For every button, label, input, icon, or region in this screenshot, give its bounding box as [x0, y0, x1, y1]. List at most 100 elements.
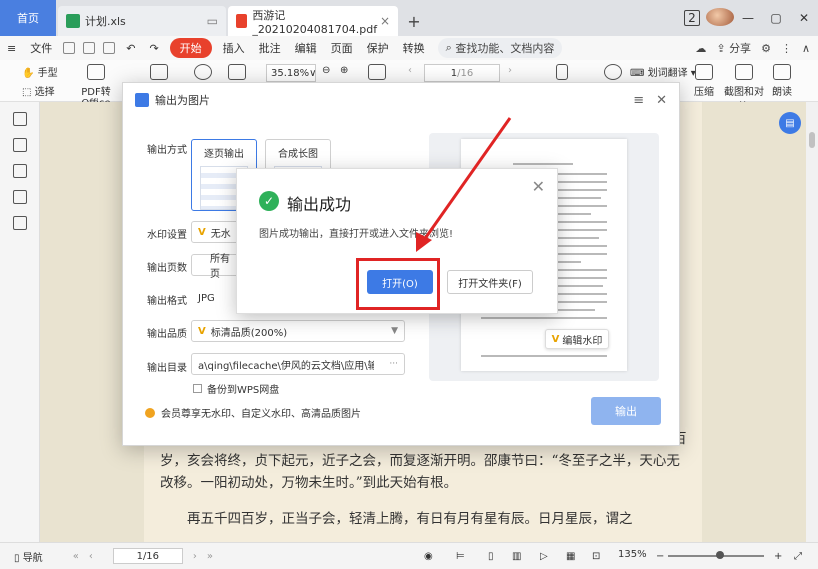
redo-icon[interactable]: ↷: [142, 42, 165, 55]
compress-button[interactable]: 压缩: [694, 64, 714, 98]
next-page-icon[interactable]: ›: [508, 65, 512, 76]
settings-icon[interactable]: ⚙: [761, 42, 771, 55]
avatar[interactable]: [706, 7, 734, 29]
edit-watermark-button[interactable]: V 编辑水印: [545, 329, 609, 349]
play-status-icon[interactable]: ▷: [540, 551, 548, 562]
format-select[interactable]: JPG: [191, 287, 241, 309]
single-page-icon[interactable]: [556, 64, 568, 83]
backup-checkbox[interactable]: 备份到WPS网盘: [193, 381, 279, 396]
cloud-icon[interactable]: ☁: [695, 42, 706, 55]
fit-page-icon[interactable]: ⊡: [592, 551, 600, 562]
prev-page-icon[interactable]: ‹: [408, 65, 412, 76]
tab-xls[interactable]: 计划.xls ▭: [58, 6, 226, 36]
zoom-plus-icon[interactable]: +: [774, 551, 782, 562]
minimize-icon[interactable]: —: [734, 11, 762, 25]
hand-tool[interactable]: ✋ 手型: [22, 64, 58, 79]
menu-convert[interactable]: 转换: [396, 40, 432, 56]
pdf-icon: [236, 14, 248, 28]
open-folder-button[interactable]: 打开文件夹(F): [447, 270, 533, 294]
popup-title: 输出成功: [287, 195, 352, 214]
thumbnail-icon[interactable]: [12, 138, 27, 152]
left-sidebar: [0, 102, 40, 542]
signature-icon[interactable]: [12, 216, 27, 230]
search-box[interactable]: ⌕ 查找功能、文档内容: [437, 38, 563, 58]
image-icon: [135, 93, 149, 107]
menu-icon[interactable]: ≡: [0, 42, 23, 55]
last-page-icon[interactable]: »: [207, 551, 213, 562]
menu-protect[interactable]: 保护: [360, 40, 396, 56]
zoom-in-icon[interactable]: ⊕: [340, 65, 348, 76]
status-zoom[interactable]: 135%: [618, 549, 647, 560]
popup-close-icon[interactable]: ✕: [532, 177, 545, 196]
print-icon[interactable]: [103, 42, 116, 54]
zoom-slider[interactable]: [668, 551, 764, 559]
menu-file[interactable]: 文件: [23, 40, 59, 56]
maximize-icon[interactable]: ▢: [762, 11, 790, 25]
bookmark-icon[interactable]: [12, 112, 27, 126]
fullscreen-icon[interactable]: ⤢: [794, 551, 802, 562]
new-tab-button[interactable]: +: [400, 6, 428, 36]
zoom-slider-knob[interactable]: [716, 551, 724, 559]
zoom-minus-icon[interactable]: −: [656, 551, 664, 562]
menu-insert[interactable]: 插入: [216, 40, 252, 56]
dialog-title: 输出为图片: [155, 94, 210, 107]
fit-width-icon[interactable]: ⊨: [456, 551, 465, 562]
menu-edit[interactable]: 编辑: [288, 40, 324, 56]
select-tool[interactable]: ⬚ 选择: [22, 83, 55, 98]
zoom-select[interactable]: 35.18% ∨: [266, 64, 316, 82]
first-page-icon[interactable]: «: [73, 551, 79, 562]
tab-bar: 首页 计划.xls ▭ 西游记_20210204081704.pdf × + 2…: [0, 0, 818, 36]
status-page-input[interactable]: 1/16: [112, 548, 183, 564]
spreadsheet-icon: [66, 14, 80, 28]
menu-bar: ≡ 文件 ↶ ↷ 开始 插入 批注 编辑 页面 保护 转换 ⌕ 查找功能、文档内…: [0, 36, 818, 60]
double-view-icon[interactable]: ▥: [512, 551, 521, 562]
window-count-badge[interactable]: 2: [678, 10, 706, 26]
popup-message: 图片成功输出，直接打开或进入文件夹浏览!: [259, 229, 454, 240]
status-bar: ▯ 导航 « ‹ 1/16 › » ◉ ⊨ ▯ ▥ ▷ ▦ ⊡ 135% − +…: [0, 542, 818, 569]
close-icon[interactable]: ×: [380, 14, 390, 28]
browse-button[interactable]: ···: [389, 359, 398, 369]
dialog-header: 输出为图片 ≡ ✕: [123, 83, 679, 117]
translate-button[interactable]: ⌨ 划词翻译 ▾: [630, 64, 696, 79]
grid-view-icon[interactable]: ▦: [566, 551, 575, 562]
book-icon[interactable]: [228, 64, 246, 83]
floating-tool-icon[interactable]: ▤: [779, 112, 801, 134]
tab-home[interactable]: 首页: [0, 0, 56, 36]
save-icon[interactable]: [83, 42, 96, 54]
play-icon[interactable]: [194, 64, 212, 83]
dialog-menu-icon[interactable]: ≡: [633, 93, 644, 108]
dialog-close-icon[interactable]: ✕: [656, 93, 667, 108]
monitor-icon[interactable]: ▭: [207, 14, 218, 28]
dir-input[interactable]: a\qing\filecache\伊风的云文档\应用\输出为PDF\···: [191, 353, 405, 375]
page-input[interactable]: 1/16: [424, 64, 500, 82]
close-window-icon[interactable]: ✕: [790, 11, 818, 25]
menu-start[interactable]: 开始: [169, 38, 212, 58]
night-mode-icon[interactable]: [604, 64, 622, 83]
attachment-icon[interactable]: [12, 190, 27, 204]
comment-icon[interactable]: [12, 164, 27, 178]
undo-icon[interactable]: ↶: [119, 42, 142, 55]
single-view-icon[interactable]: ▯: [488, 551, 494, 562]
pages-select[interactable]: 所有页: [191, 254, 241, 280]
open-icon[interactable]: [63, 42, 76, 54]
more-icon[interactable]: ⋮: [781, 42, 792, 55]
vertical-scrollbar[interactable]: [806, 102, 818, 542]
nav-toggle[interactable]: ▯ 导航: [14, 549, 43, 564]
quality-label: 输出品质: [147, 329, 187, 340]
next-page-status-icon[interactable]: ›: [193, 551, 197, 562]
menu-page[interactable]: 页面: [324, 40, 360, 56]
menu-comment[interactable]: 批注: [252, 40, 288, 56]
rotate-icon[interactable]: [368, 64, 386, 83]
watermark-select[interactable]: V 无水: [191, 221, 241, 243]
tab-pdf[interactable]: 西游记_20210204081704.pdf ×: [228, 6, 398, 36]
export-button[interactable]: 输出: [591, 397, 661, 425]
pdf-to-office-icon: [87, 64, 105, 80]
image-tool-icon[interactable]: [150, 64, 168, 83]
collapse-icon[interactable]: ∧: [802, 42, 810, 55]
share-button[interactable]: ⇪ 分享: [716, 40, 751, 56]
quality-select[interactable]: V 标清品质(200%) ▼: [191, 320, 405, 342]
read-aloud-button[interactable]: 朗读: [772, 64, 792, 98]
eye-icon[interactable]: ◉: [424, 551, 433, 562]
prev-page-status-icon[interactable]: ‹: [89, 551, 93, 562]
zoom-out-icon[interactable]: ⊖: [322, 65, 330, 76]
